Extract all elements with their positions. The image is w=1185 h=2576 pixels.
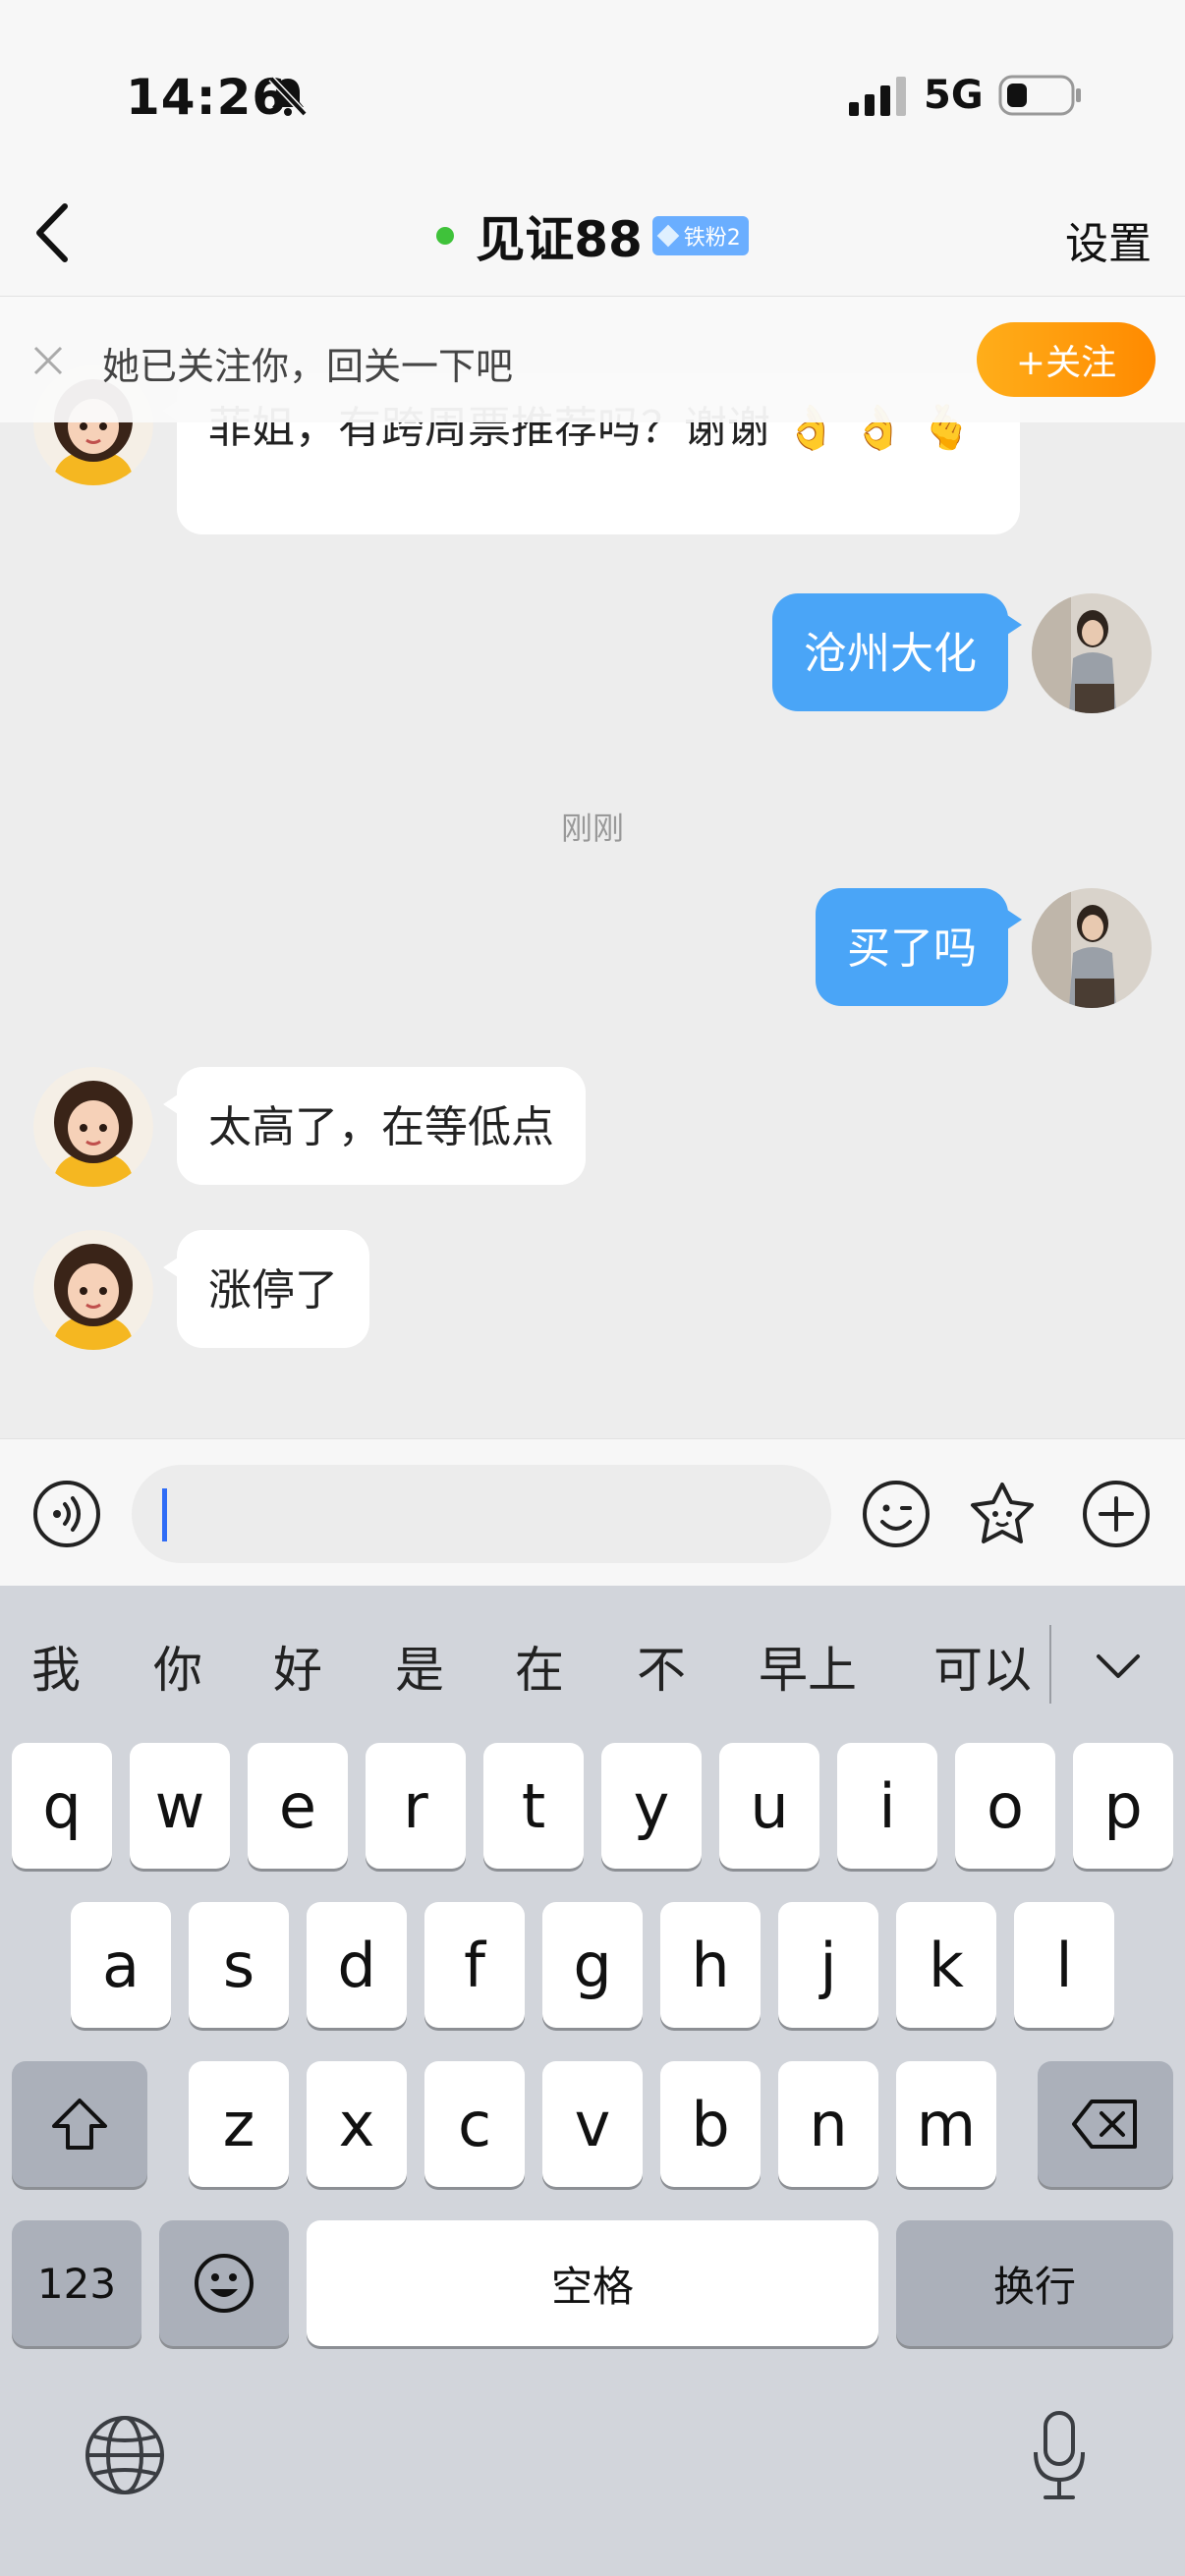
message-text: 沧州大化 — [804, 629, 977, 679]
chat-title-area: 见证88 铁粉2 — [0, 200, 1185, 271]
key-m[interactable]: m — [896, 2061, 996, 2187]
battery-icon — [998, 75, 1081, 116]
smiley-icon — [195, 2254, 254, 2313]
key-x[interactable]: x — [307, 2061, 407, 2187]
chat-header: 见证88 铁粉2 设置 — [0, 177, 1185, 297]
backspace-icon — [1072, 2100, 1137, 2149]
contact-avatar[interactable] — [33, 1230, 153, 1350]
follow-back-text: 她已关注你，回关一下吧 — [102, 345, 514, 388]
message-text: 太高了，在等低点 — [208, 1102, 554, 1152]
signal-icon — [849, 77, 906, 116]
follow-back-banner: 她已关注你，回关一下吧 +关注 — [0, 297, 1185, 422]
network-type: 5G — [924, 73, 984, 118]
emoji-key[interactable] — [159, 2220, 289, 2346]
key-g[interactable]: g — [542, 1902, 643, 2028]
key-w[interactable]: w — [130, 1743, 230, 1869]
key-j[interactable]: j — [778, 1902, 878, 2028]
key-i[interactable]: i — [837, 1743, 937, 1869]
follow-button[interactable]: +关注 — [977, 322, 1156, 397]
space-key[interactable]: 空格 — [307, 2220, 878, 2346]
message-bubble-received[interactable]: 太高了，在等低点 — [163, 1067, 586, 1185]
key-z[interactable]: z — [189, 2061, 289, 2187]
candidate-word[interactable]: 你 — [153, 1631, 202, 1702]
key-k[interactable]: k — [896, 1902, 996, 2028]
candidate-word[interactable]: 我 — [31, 1631, 81, 1702]
shift-key[interactable] — [12, 2061, 147, 2187]
delete-key[interactable] — [1038, 2061, 1173, 2187]
candidate-word[interactable]: 早上 — [759, 1631, 857, 1702]
globe-icon[interactable] — [83, 2413, 167, 2497]
girl-avatar-image — [33, 1230, 153, 1350]
chat-title: 见证88 — [476, 211, 643, 268]
status-bar: 14:26 5G — [0, 0, 1185, 177]
key-s[interactable]: s — [189, 1902, 289, 2028]
key-b[interactable]: b — [660, 2061, 761, 2187]
key-r[interactable]: r — [366, 1743, 466, 1869]
message-text: 买了吗 — [847, 924, 977, 974]
key-n[interactable]: n — [778, 2061, 878, 2187]
user-photo-image — [1032, 593, 1152, 713]
candidate-word[interactable]: 不 — [637, 1631, 686, 1702]
key-c[interactable]: c — [424, 2061, 525, 2187]
emoji-icon[interactable] — [861, 1479, 931, 1549]
shift-arrow-icon — [52, 2099, 107, 2150]
sticker-icon[interactable] — [967, 1479, 1038, 1549]
keyboard: 我 你 好 是 在 不 早上 可以 q w e r t y u i o p a … — [0, 1586, 1185, 2576]
online-status-dot — [436, 227, 455, 245]
numbers-key[interactable]: 123 — [12, 2220, 141, 2346]
message-input[interactable] — [132, 1465, 831, 1563]
key-y[interactable]: y — [601, 1743, 702, 1869]
candidate-bar: 我 你 好 是 在 不 早上 可以 — [0, 1586, 1185, 1713]
key-v[interactable]: v — [542, 2061, 643, 2187]
my-avatar[interactable] — [1032, 888, 1152, 1008]
bell-muted-icon — [268, 76, 308, 117]
key-h[interactable]: h — [660, 1902, 761, 2028]
message-input-bar — [0, 1438, 1185, 1586]
text-caret — [162, 1488, 167, 1541]
contact-avatar[interactable] — [33, 1067, 153, 1187]
voice-icon[interactable] — [31, 1479, 102, 1549]
add-icon[interactable] — [1081, 1479, 1152, 1549]
candidate-word[interactable]: 好 — [273, 1631, 322, 1702]
time-divider: 刚刚 — [560, 810, 624, 847]
fan-badge-label: 铁粉2 — [683, 226, 741, 251]
key-u[interactable]: u — [719, 1743, 819, 1869]
settings-button[interactable]: 设置 — [1065, 208, 1152, 271]
message-text: 涨停了 — [208, 1265, 338, 1316]
candidate-word[interactable]: 是 — [395, 1631, 444, 1702]
close-icon[interactable] — [29, 342, 67, 379]
fan-badge: 铁粉2 — [651, 216, 749, 255]
status-time: 14:26 — [126, 69, 288, 126]
message-bubble-sent[interactable]: 买了吗 — [816, 888, 1022, 1006]
message-bubble-sent[interactable]: 沧州大化 — [772, 593, 1022, 711]
key-f[interactable]: f — [424, 1902, 525, 2028]
microphone-icon[interactable] — [1028, 2409, 1091, 2503]
key-p[interactable]: p — [1073, 1743, 1173, 1869]
candidate-divider — [1049, 1625, 1051, 1704]
message-bubble-received[interactable]: 涨停了 — [163, 1230, 369, 1348]
chevron-down-icon[interactable] — [1093, 1647, 1144, 1686]
my-avatar[interactable] — [1032, 593, 1152, 713]
key-o[interactable]: o — [955, 1743, 1055, 1869]
key-e[interactable]: e — [248, 1743, 348, 1869]
key-l[interactable]: l — [1014, 1902, 1114, 2028]
girl-avatar-image — [33, 1067, 153, 1187]
candidate-word[interactable]: 可以 — [933, 1631, 1032, 1702]
diamond-icon — [656, 224, 680, 248]
candidate-word[interactable]: 在 — [515, 1631, 564, 1702]
user-photo-image — [1032, 888, 1152, 1008]
key-q[interactable]: q — [12, 1743, 112, 1869]
key-t[interactable]: t — [483, 1743, 584, 1869]
key-d[interactable]: d — [307, 1902, 407, 2028]
key-a[interactable]: a — [71, 1902, 171, 2028]
return-key[interactable]: 换行 — [896, 2220, 1173, 2346]
